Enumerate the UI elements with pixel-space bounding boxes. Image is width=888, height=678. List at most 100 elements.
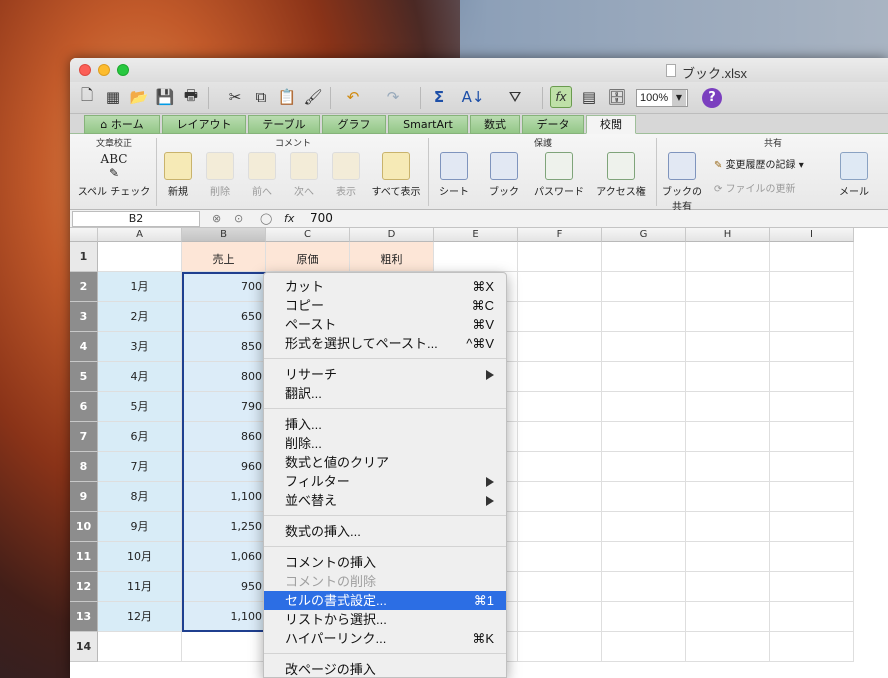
cell-i5[interactable]: [770, 362, 854, 392]
cell-i7[interactable]: [770, 422, 854, 452]
cell-i11[interactable]: [770, 542, 854, 572]
column-header-g[interactable]: G: [602, 228, 686, 242]
cell-i9[interactable]: [770, 482, 854, 512]
cell-f10[interactable]: [518, 512, 602, 542]
close-window-button[interactable]: [79, 64, 91, 76]
cell-f7[interactable]: [518, 422, 602, 452]
cell-f5[interactable]: [518, 362, 602, 392]
cell-a10[interactable]: 9月: [98, 512, 182, 542]
row-header-1[interactable]: 1: [70, 242, 98, 272]
cell-h9[interactable]: [686, 482, 770, 512]
cell-h14[interactable]: [686, 632, 770, 662]
cell-e1[interactable]: [434, 242, 518, 272]
cell-g3[interactable]: [602, 302, 686, 332]
template-gallery-icon[interactable]: ▦: [102, 86, 124, 108]
tab-home[interactable]: ⌂ ホーム: [84, 115, 160, 134]
cell-g10[interactable]: [602, 512, 686, 542]
cell-i8[interactable]: [770, 452, 854, 482]
menu-item-sort[interactable]: 並べ替え: [264, 491, 506, 510]
cell-a8[interactable]: 7月: [98, 452, 182, 482]
formula-input[interactable]: 700: [310, 211, 333, 225]
permissions-button[interactable]: アクセス権: [590, 152, 652, 198]
cell-a7[interactable]: 6月: [98, 422, 182, 452]
cell-a9[interactable]: 8月: [98, 482, 182, 512]
cell-h12[interactable]: [686, 572, 770, 602]
cell-a11[interactable]: 10月: [98, 542, 182, 572]
protect-sheet-button[interactable]: シート: [434, 152, 474, 198]
cell-f3[interactable]: [518, 302, 602, 332]
cell-g12[interactable]: [602, 572, 686, 602]
autosum-icon[interactable]: Σ: [428, 86, 450, 108]
share-workbook-button[interactable]: ブックの 共有: [660, 152, 704, 213]
open-folder-icon[interactable]: 📂: [128, 86, 150, 108]
show-comment-button[interactable]: 表示: [330, 152, 362, 198]
formula-builder-icon[interactable]: fx: [550, 86, 572, 108]
cell-f14[interactable]: [518, 632, 602, 662]
confirm-entry-icon[interactable]: ⊙: [234, 212, 243, 225]
cell-i13[interactable]: [770, 602, 854, 632]
column-header-d[interactable]: D: [350, 228, 434, 242]
row-header-3[interactable]: 3: [70, 302, 98, 332]
menu-item-research[interactable]: リサーチ: [264, 365, 506, 384]
row-header-4[interactable]: 4: [70, 332, 98, 362]
menu-item-pick-from-list[interactable]: リストから選択...: [264, 610, 506, 629]
update-file-button[interactable]: ⟳ ファイルの更新: [714, 180, 830, 195]
column-header-e[interactable]: E: [434, 228, 518, 242]
protect-workbook-button[interactable]: ブック: [484, 152, 524, 198]
cell-f9[interactable]: [518, 482, 602, 512]
row-header-8[interactable]: 8: [70, 452, 98, 482]
row-header-5[interactable]: 5: [70, 362, 98, 392]
row-header-6[interactable]: 6: [70, 392, 98, 422]
cell-c1[interactable]: 原価: [266, 242, 350, 272]
cell-b1[interactable]: 売上: [182, 242, 266, 272]
cell-h13[interactable]: [686, 602, 770, 632]
cell-g13[interactable]: [602, 602, 686, 632]
cell-h8[interactable]: [686, 452, 770, 482]
menu-item-delete[interactable]: 削除...: [264, 434, 506, 453]
cell-h7[interactable]: [686, 422, 770, 452]
cell-h4[interactable]: [686, 332, 770, 362]
menu-item-copy[interactable]: コピー ⌘C: [264, 296, 506, 315]
undo-icon[interactable]: ↶: [342, 86, 364, 108]
cell-h6[interactable]: [686, 392, 770, 422]
row-header-13[interactable]: 13: [70, 602, 98, 632]
password-button[interactable]: パスワード: [530, 152, 588, 198]
tab-formulas[interactable]: 数式: [470, 115, 520, 134]
row-header-9[interactable]: 9: [70, 482, 98, 512]
menu-item-insert-page-break[interactable]: 改ページの挿入: [264, 660, 506, 678]
cell-a14[interactable]: [98, 632, 182, 662]
row-header-14[interactable]: 14: [70, 632, 98, 662]
row-header-7[interactable]: 7: [70, 422, 98, 452]
filter-icon[interactable]: ⛛: [504, 86, 526, 108]
cell-g4[interactable]: [602, 332, 686, 362]
cell-h2[interactable]: [686, 272, 770, 302]
cell-i6[interactable]: [770, 392, 854, 422]
sort-icon[interactable]: A↓: [462, 86, 485, 108]
cell-f12[interactable]: [518, 572, 602, 602]
zoom-dropdown-icon[interactable]: ▼: [672, 90, 686, 106]
row-header-2[interactable]: 2: [70, 272, 98, 302]
cell-g7[interactable]: [602, 422, 686, 452]
cell-i10[interactable]: [770, 512, 854, 542]
cell-f2[interactable]: [518, 272, 602, 302]
spell-check-button[interactable]: ABC ✎ スペル チェック: [74, 152, 154, 198]
cell-h5[interactable]: [686, 362, 770, 392]
menu-item-clear-contents[interactable]: 数式と値のクリア: [264, 453, 506, 472]
row-header-12[interactable]: 12: [70, 572, 98, 602]
media-browser-icon[interactable]: ▤: [578, 86, 600, 108]
help-icon[interactable]: ?: [702, 88, 722, 108]
menu-item-insert[interactable]: 挿入...: [264, 415, 506, 434]
menu-item-paste[interactable]: ペースト ⌘V: [264, 315, 506, 334]
cell-i1[interactable]: [770, 242, 854, 272]
menu-item-delete-comment[interactable]: コメントの削除: [264, 572, 506, 591]
row-header-11[interactable]: 11: [70, 542, 98, 572]
tab-layout[interactable]: レイアウト: [162, 115, 246, 134]
menu-item-insert-comment[interactable]: コメントの挿入: [264, 553, 506, 572]
cell-i14[interactable]: [770, 632, 854, 662]
next-comment-button[interactable]: 次へ: [288, 152, 320, 198]
print-icon[interactable]: 🖶: [180, 86, 202, 108]
tab-charts[interactable]: グラフ: [322, 115, 386, 134]
cell-i12[interactable]: [770, 572, 854, 602]
column-header-c[interactable]: C: [266, 228, 350, 242]
cell-a5[interactable]: 4月: [98, 362, 182, 392]
